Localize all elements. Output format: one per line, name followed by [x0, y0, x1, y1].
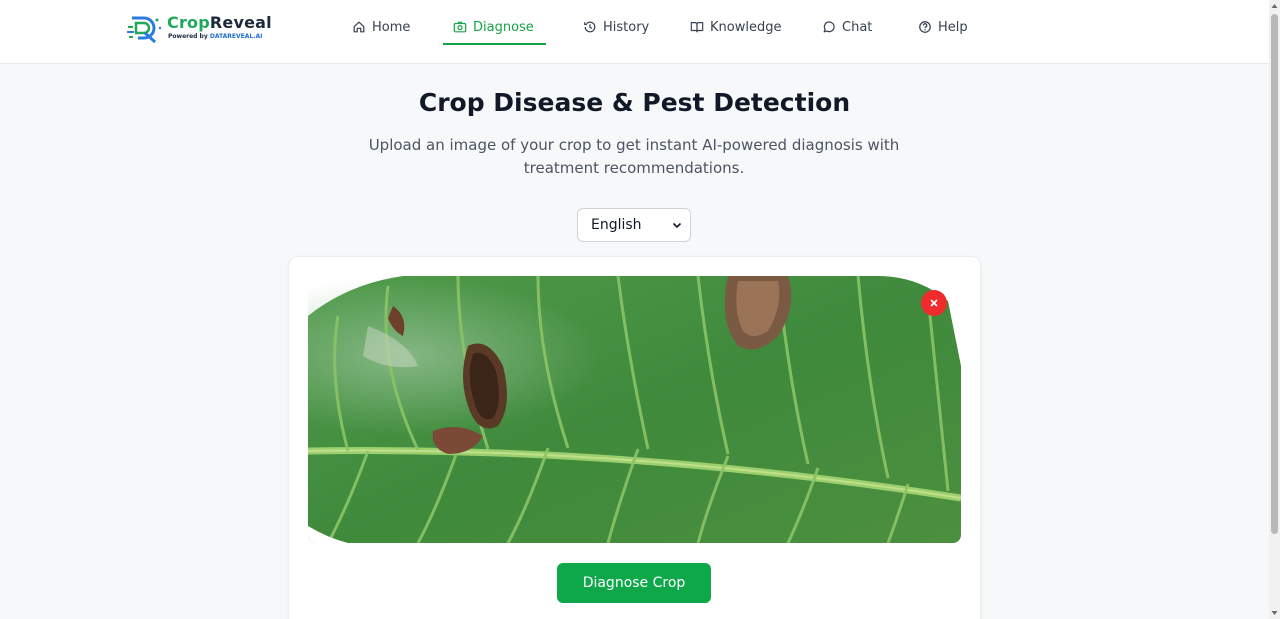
nav-chat[interactable]: Chat: [822, 16, 872, 38]
nav-knowledge-label: Knowledge: [710, 19, 782, 35]
home-icon: [353, 21, 365, 33]
diagnose-crop-button[interactable]: Diagnose Crop: [557, 563, 711, 603]
scroll-thumb[interactable]: [1271, 14, 1278, 534]
remove-image-button[interactable]: [921, 290, 947, 316]
nav-knowledge[interactable]: Knowledge: [690, 16, 781, 38]
nav-diagnose[interactable]: Diagnose: [453, 16, 534, 38]
page-title: Crop Disease & Pest Detection: [418, 88, 851, 117]
top-navbar: CropReveal Powered by DATAREVEAL.AI Home…: [0, 0, 1269, 64]
nav-diagnose-label: Diagnose: [473, 19, 534, 35]
logo-mark-icon: [127, 16, 162, 44]
nav-help[interactable]: Help: [918, 16, 968, 38]
nav-history-label: History: [603, 19, 650, 35]
nav-home[interactable]: Home: [352, 16, 410, 38]
nav-help-label: Help: [938, 19, 968, 35]
logo[interactable]: CropReveal Powered by DATAREVEAL.AI: [127, 13, 279, 45]
page-subtitle: Upload an image of your crop to get inst…: [368, 136, 900, 177]
scroll-down-icon[interactable]: [1271, 610, 1278, 616]
chevron-down-icon: [672, 222, 682, 229]
language-select[interactable]: English: [577, 208, 691, 242]
help-icon: [919, 21, 931, 33]
nav-chat-label: Chat: [842, 19, 873, 35]
language-select-value: English: [591, 217, 642, 233]
nav-active-indicator: [443, 43, 546, 45]
camera-icon: [453, 21, 467, 33]
chat-icon: [823, 21, 835, 33]
nav-history[interactable]: History: [583, 16, 649, 38]
logo-powered-by: Powered by DATAREVEAL.AI: [168, 33, 263, 40]
close-icon: [930, 299, 938, 307]
scroll-up-icon[interactable]: [1271, 3, 1278, 9]
history-icon: [584, 21, 596, 33]
book-icon: [690, 22, 704, 33]
nav-home-label: Home: [372, 19, 411, 35]
logo-name: CropReveal: [167, 13, 272, 32]
page-scrollbar[interactable]: [1269, 0, 1280, 619]
uploaded-crop-image: [308, 276, 961, 543]
